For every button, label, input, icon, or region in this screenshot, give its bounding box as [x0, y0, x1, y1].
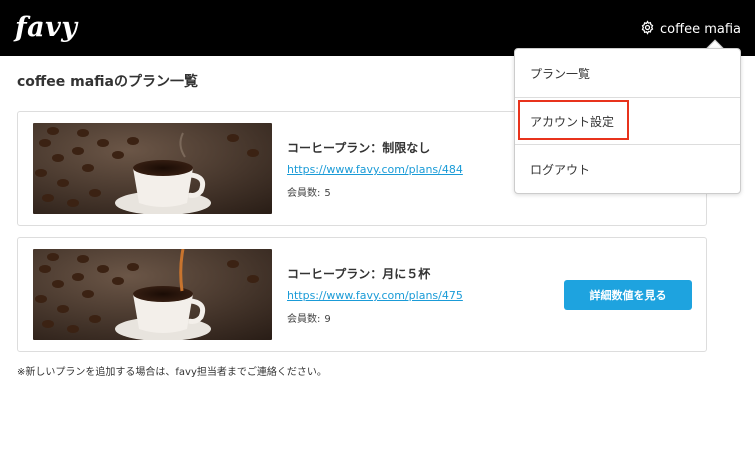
menu-item-plan-list[interactable]: プラン一覧 [515, 49, 740, 97]
member-count-value: 9 [324, 314, 331, 325]
menu-item-logout[interactable]: ログアウト [515, 145, 740, 193]
plan-name: コーヒープラン：月に５杯 [287, 267, 431, 281]
page-title: coffee mafiaのプラン一覧 [17, 74, 198, 90]
gear-icon [640, 19, 660, 39]
coffee-plan-image [33, 249, 272, 340]
member-count-value: 5 [324, 188, 331, 199]
add-plan-note: ※新しいプランを追加する場合は、favy担当者までご連絡ください。 [17, 367, 327, 378]
user-name: coffee mafia [660, 21, 741, 37]
favy-logo[interactable]: favy [15, 11, 78, 45]
member-count: 会員数: 9 [287, 310, 331, 325]
menu-item-account-settings[interactable]: アカウント設定 [515, 97, 740, 145]
plan-card: コーヒープラン：月に５杯 https://www.favy.com/plans/… [17, 237, 707, 352]
plan-url-link[interactable]: https://www.favy.com/plans/484 [287, 163, 463, 176]
plan-name: コーヒープラン：制限なし [287, 141, 431, 155]
member-count: 会員数: 5 [287, 184, 331, 199]
member-count-label: 会員数: [287, 314, 321, 325]
member-count-label: 会員数: [287, 188, 321, 199]
user-dropdown-menu: プラン一覧 アカウント設定 ログアウト [514, 48, 741, 194]
view-details-button[interactable]: 詳細数値を見る [564, 280, 692, 310]
plan-url-link[interactable]: https://www.favy.com/plans/475 [287, 289, 463, 302]
user-menu-toggle[interactable]: coffee mafia [640, 19, 741, 39]
coffee-plan-image [33, 123, 272, 214]
